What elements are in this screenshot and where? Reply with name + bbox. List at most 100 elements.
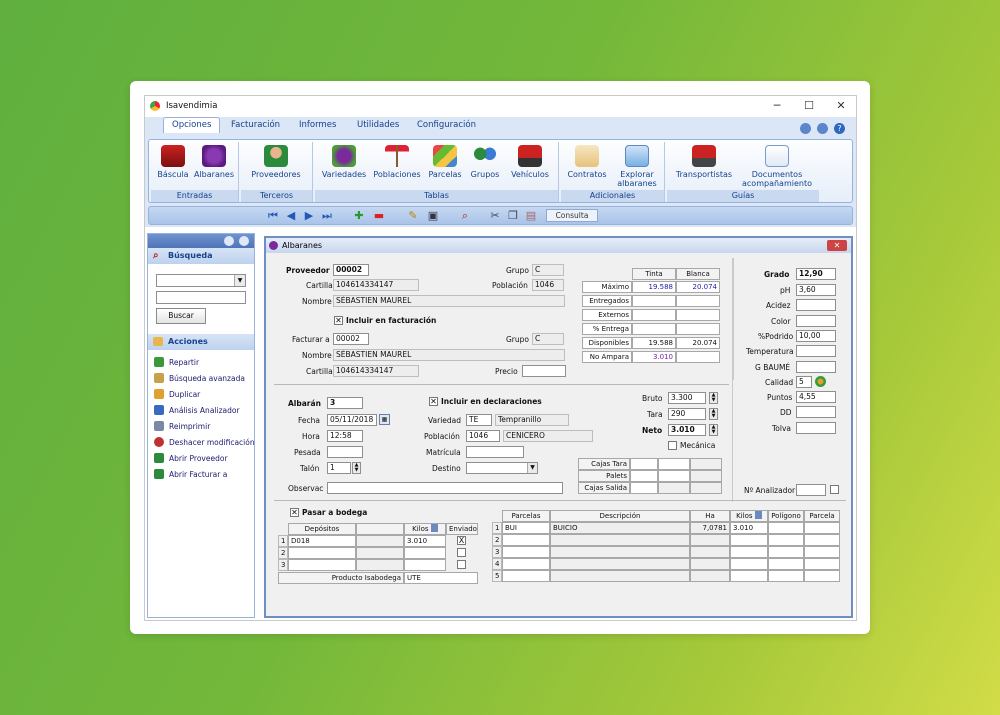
bruto-stepper[interactable]: ▲ ▼ bbox=[709, 392, 718, 404]
parcelas-kilos-cell[interactable] bbox=[730, 558, 768, 570]
copy-icon[interactable]: ❐ bbox=[507, 210, 519, 222]
producto-field[interactable]: UTE bbox=[404, 572, 478, 584]
facturar-field[interactable]: 00002 bbox=[333, 333, 369, 345]
action-duplicar[interactable]: Duplicar bbox=[154, 389, 200, 399]
documentos-button[interactable]: Documentos acompañamiento bbox=[739, 145, 815, 188]
bascula-button[interactable]: Báscula bbox=[157, 145, 189, 179]
matricula-field[interactable] bbox=[466, 446, 524, 458]
podrido-field[interactable]: 10,00 bbox=[796, 330, 836, 342]
bodega-kilos-cell[interactable] bbox=[404, 547, 446, 559]
last-record-icon[interactable]: ⏭ bbox=[321, 210, 333, 222]
pesada-field[interactable] bbox=[327, 446, 363, 458]
bodega-deposito-cell[interactable] bbox=[288, 547, 356, 559]
bodega-kilos-cell[interactable] bbox=[404, 559, 446, 571]
tara-field[interactable]: 290 bbox=[668, 408, 706, 420]
search-select[interactable]: ▼ bbox=[156, 274, 246, 287]
sidebar-pin-icon[interactable] bbox=[239, 236, 249, 246]
precio-field[interactable] bbox=[522, 365, 566, 377]
find-icon[interactable]: ⌕ bbox=[459, 210, 471, 222]
incluir-declaraciones-checkbox[interactable]: ✕ bbox=[429, 397, 438, 406]
temperatura-field[interactable] bbox=[796, 345, 836, 357]
tolva-field[interactable] bbox=[796, 422, 836, 434]
calendar-icon[interactable]: ▦ bbox=[379, 414, 390, 425]
parcelas-kilos-cell[interactable] bbox=[730, 534, 768, 546]
ph-field[interactable]: 3,60 bbox=[796, 284, 836, 296]
busqueda-header[interactable]: ⌕ Búsqueda bbox=[148, 248, 254, 264]
parcelas-poligono-cell[interactable] bbox=[768, 558, 804, 570]
calidad-field[interactable]: 5 bbox=[796, 376, 812, 388]
parcelas-poligono-cell[interactable] bbox=[768, 522, 804, 534]
first-record-icon[interactable]: ⏮ bbox=[267, 210, 279, 222]
pasar-bodega-checkbox[interactable]: ✕ bbox=[290, 508, 299, 517]
buscar-button[interactable]: Buscar bbox=[156, 308, 206, 324]
tab-opciones[interactable]: Opciones bbox=[163, 117, 221, 133]
cajas-tara-field-2[interactable] bbox=[658, 458, 690, 470]
parcelas-poligono-cell[interactable] bbox=[768, 534, 804, 546]
maximize-icon[interactable]: ☐ bbox=[801, 99, 817, 113]
calculator-icon[interactable] bbox=[754, 511, 762, 519]
albaran-field[interactable]: 3 bbox=[327, 397, 363, 409]
talon-stepper[interactable]: ▲ ▼ bbox=[352, 462, 361, 474]
parcelas-poligono-cell[interactable] bbox=[768, 546, 804, 558]
parcelas-parcela-cell[interactable] bbox=[502, 534, 550, 546]
parcelas-parcela-cell[interactable] bbox=[502, 546, 550, 558]
parcelas-kilos-cell[interactable]: 3.010 bbox=[730, 522, 768, 534]
parcelas-poligono-cell[interactable] bbox=[768, 570, 804, 582]
bodega-deposito-cell[interactable]: D018 bbox=[288, 535, 356, 547]
action-repartir[interactable]: Repartir bbox=[154, 357, 199, 367]
form-close-icon[interactable]: ✕ bbox=[827, 240, 847, 251]
quality-lookup-icon[interactable] bbox=[815, 376, 826, 387]
proveedor-code-field[interactable]: 00002 bbox=[333, 264, 369, 276]
tab-facturacion[interactable]: Facturación bbox=[231, 120, 280, 130]
cajas-tara-field-1[interactable] bbox=[630, 458, 658, 470]
dd-field[interactable] bbox=[796, 406, 836, 418]
consulta-button[interactable]: Consulta bbox=[546, 209, 598, 222]
parcelas-button[interactable]: Parcelas bbox=[425, 145, 465, 179]
parcelas-parcela2-cell[interactable] bbox=[804, 534, 840, 546]
paste-icon[interactable]: ▤ bbox=[525, 210, 537, 222]
cajas-salida-field-1[interactable] bbox=[630, 482, 658, 494]
vehiculos-button[interactable]: Vehículos bbox=[505, 145, 555, 179]
poblacion2-code-field[interactable]: 1046 bbox=[466, 430, 500, 442]
tab-utilidades[interactable]: Utilidades bbox=[357, 120, 399, 130]
parcelas-kilos-cell[interactable] bbox=[730, 546, 768, 558]
parcelas-parcela-cell[interactable]: BUI bbox=[502, 522, 550, 534]
tab-configuracion[interactable]: Configuración bbox=[417, 120, 476, 130]
hora-field[interactable]: 12:58 bbox=[327, 430, 363, 442]
action-reimprimir[interactable]: Reimprimir bbox=[154, 421, 210, 431]
parcelas-parcela2-cell[interactable] bbox=[804, 546, 840, 558]
edit-icon[interactable]: ✎ bbox=[407, 210, 419, 222]
delete-icon[interactable]: ▬ bbox=[373, 210, 385, 222]
transportistas-button[interactable]: Transportistas bbox=[671, 145, 737, 179]
talon-field[interactable]: 1 bbox=[327, 462, 351, 474]
close-icon[interactable]: ✕ bbox=[833, 99, 849, 113]
stats-externos-blanca[interactable] bbox=[676, 309, 720, 321]
action-abrir-facturar[interactable]: Abrir Facturar a bbox=[154, 469, 227, 479]
variedades-button[interactable]: Variedades bbox=[319, 145, 369, 179]
stats-externos-tinta[interactable] bbox=[632, 309, 676, 321]
proveedores-button[interactable]: Proveedores bbox=[245, 145, 307, 179]
bodega-enviado-checkbox[interactable]: X bbox=[457, 536, 466, 545]
color-field[interactable] bbox=[796, 315, 836, 327]
bodega-deposito-cell[interactable] bbox=[288, 559, 356, 571]
action-deshacer[interactable]: Deshacer modificación bbox=[154, 437, 255, 447]
contratos-button[interactable]: Contratos bbox=[565, 145, 609, 179]
bodega-enviado-checkbox[interactable] bbox=[457, 548, 466, 557]
puntos-field[interactable]: 4,55 bbox=[796, 391, 836, 403]
parcelas-parcela-cell[interactable] bbox=[502, 558, 550, 570]
ribbon-style-icon[interactable] bbox=[817, 123, 828, 134]
tara-stepper[interactable]: ▲ ▼ bbox=[709, 408, 718, 420]
bodega-enviado-checkbox[interactable] bbox=[457, 560, 466, 569]
bodega-kilos-cell[interactable]: 3.010 bbox=[404, 535, 446, 547]
acidez-field[interactable] bbox=[796, 299, 836, 311]
search-input[interactable] bbox=[156, 291, 246, 304]
next-record-icon[interactable]: ▶ bbox=[303, 210, 315, 222]
save-icon[interactable]: ▣ bbox=[427, 210, 439, 222]
mecanica-checkbox[interactable] bbox=[668, 441, 677, 450]
albaranes-button[interactable]: Albaranes bbox=[193, 145, 235, 179]
tab-informes[interactable]: Informes bbox=[299, 120, 336, 130]
grado-field[interactable]: 12,90 bbox=[796, 268, 836, 280]
parcelas-kilos-cell[interactable] bbox=[730, 570, 768, 582]
destino-select[interactable]: ▼ bbox=[466, 462, 538, 474]
palets-field-1[interactable] bbox=[630, 470, 658, 482]
